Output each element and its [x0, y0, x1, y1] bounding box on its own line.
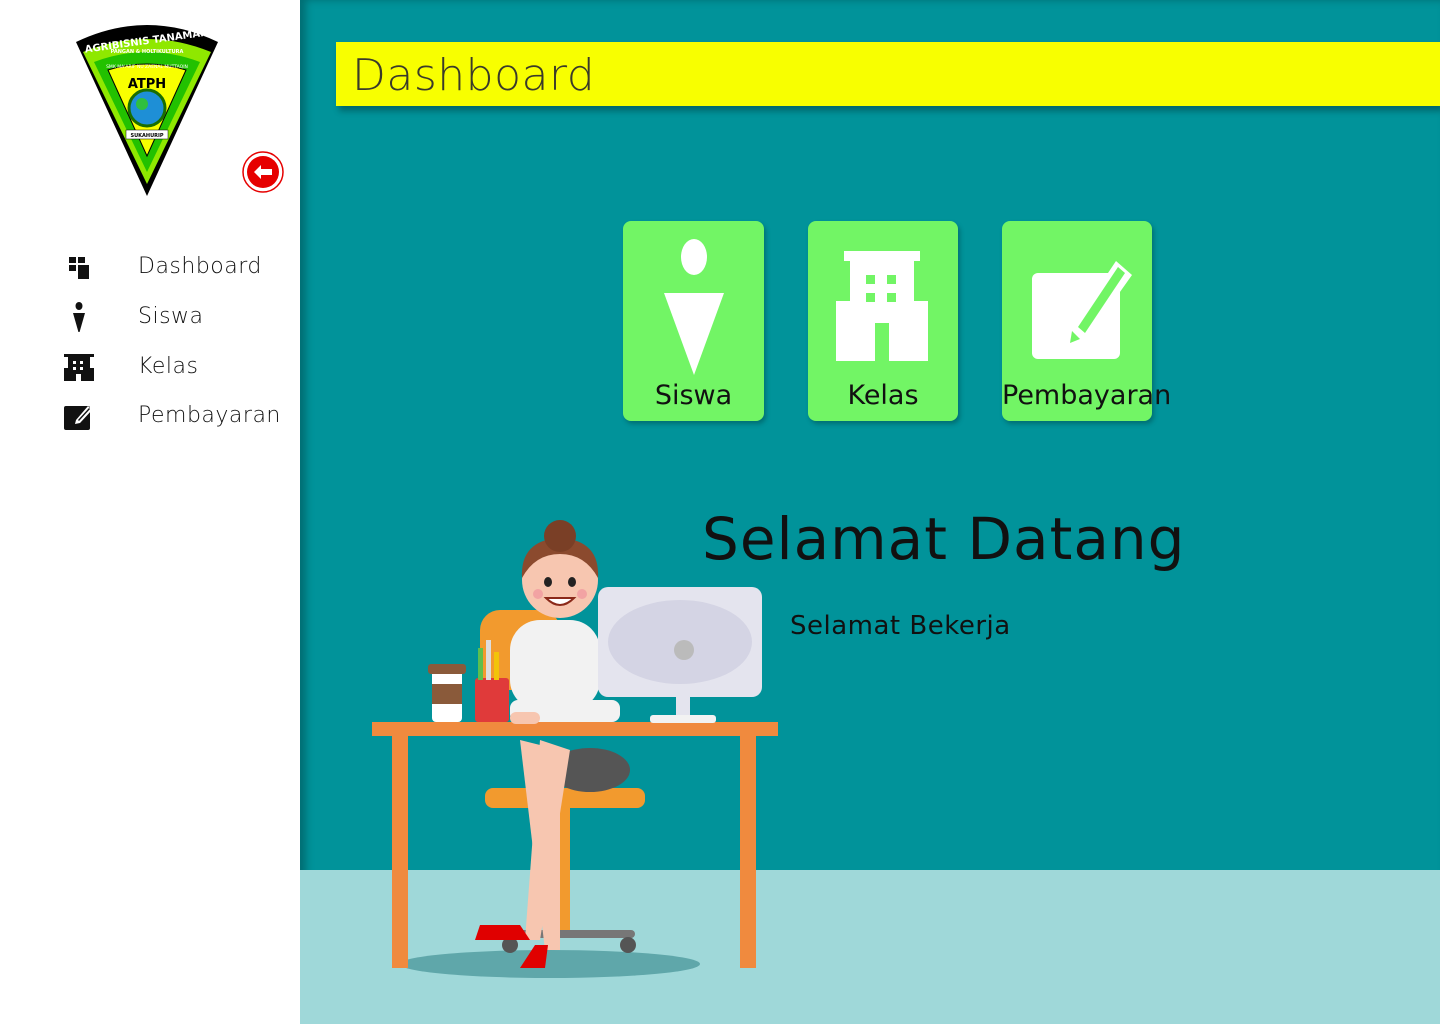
- card-label: Kelas: [847, 380, 919, 411]
- arrow-left-circle-icon: [242, 151, 284, 193]
- office-worker-illustration: [372, 520, 778, 978]
- building-icon: [64, 354, 94, 381]
- card-label: Pembayaran: [1002, 380, 1172, 411]
- person-icon: [73, 302, 85, 332]
- edit-icon: [64, 406, 92, 430]
- logo-bottom-text: SUKAHURIP: [130, 133, 163, 139]
- building-icon: [836, 251, 928, 361]
- page-title: Dashboard: [352, 50, 596, 101]
- card-kelas[interactable]: Kelas: [808, 221, 958, 421]
- logo-school-text: SMK MA'ARIF NU ZAENAL MUTTAQIN: [106, 64, 188, 70]
- sidebar-item-siswa[interactable]: Siswa: [0, 296, 300, 336]
- sidebar-item-kelas[interactable]: Kelas: [0, 346, 300, 386]
- person-icon: [664, 239, 724, 375]
- card-pembayaran[interactable]: Pembayaran: [1002, 221, 1172, 421]
- logo-sub-text: PANGAN & HOLTIKULTURA: [111, 49, 184, 55]
- edit-icon: [1032, 261, 1132, 359]
- dashboard-icon: [69, 257, 89, 279]
- header-bar: Dashboard: [336, 42, 1440, 106]
- back-button[interactable]: [242, 151, 284, 193]
- card-siswa[interactable]: Siswa: [623, 221, 764, 421]
- sidebar-item-label: Dashboard: [138, 254, 262, 279]
- school-logo: AGRIBISNIS TANAMAN PANGAN & HOLTIKULTURA…: [76, 25, 218, 196]
- logo-center-text: ATPH: [128, 77, 166, 92]
- welcome-subtitle: Selamat Bekerja: [790, 611, 1011, 641]
- card-label: Siswa: [654, 380, 733, 411]
- sidebar-item-label: Pembayaran: [138, 403, 281, 428]
- sidebar-item-label: Siswa: [138, 304, 204, 329]
- sidebar-item-pembayaran[interactable]: Pembayaran: [0, 395, 300, 435]
- sidebar-item-label: Kelas: [138, 354, 199, 379]
- sidebar-item-dashboard[interactable]: Dashboard: [0, 246, 300, 286]
- sidebar: AGRIBISNIS TANAMAN PANGAN & HOLTIKULTURA…: [0, 0, 300, 1024]
- main-content: Dashboard Siswa Kelas Pembayaran Selamat: [300, 0, 1440, 1024]
